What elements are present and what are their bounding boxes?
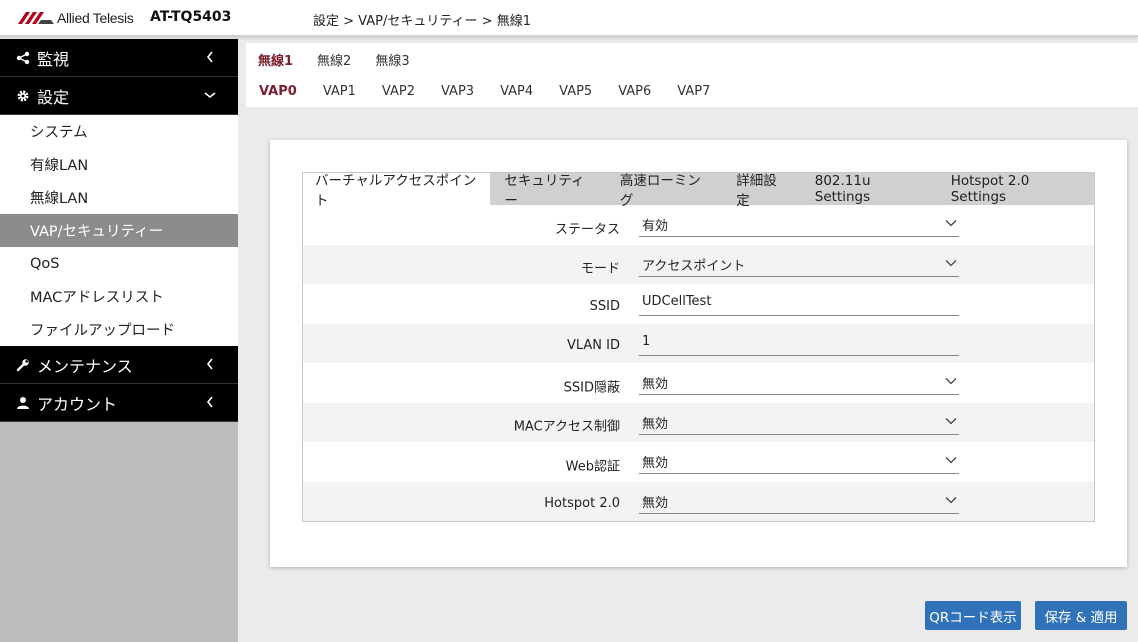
status-label: ステータス [554, 222, 620, 238]
ssid-value: UDCellTest [642, 294, 712, 309]
sidebar-item-mac-address-list[interactable]: MACアドレスリスト [0, 280, 238, 313]
vlan-id-value: 1 [642, 333, 651, 349]
sidebar-item-system[interactable]: システム [0, 115, 238, 148]
chevron-left-icon [204, 358, 216, 370]
tab-radio3[interactable]: 無線3 [363, 50, 421, 69]
vap-panel: バーチャルアクセスポイント セキュリティー 高速ローミング 詳細設定 802.1… [302, 172, 1095, 522]
sidebar-group-monitor[interactable]: 監視 [0, 39, 238, 77]
sidebar-group-label: メンテナンス [37, 356, 133, 376]
mode-select[interactable]: アクセスポイント [639, 249, 959, 277]
sidebar-item-vap-security[interactable]: VAP/セキュリティー [0, 214, 238, 247]
sidebar-group-label: 設定 [37, 87, 70, 107]
chevron-left-icon [204, 51, 216, 63]
logo-mark-icon [18, 12, 54, 24]
chevron-down-icon [945, 417, 957, 424]
chevron-left-icon [204, 396, 216, 408]
ssid-hidden-value: 無効 [642, 377, 669, 392]
form-row-mac-access: MACアクセス制御 無効 [303, 402, 1094, 442]
tab-vap3[interactable]: VAP3 [428, 84, 487, 99]
tab-hotspot20-settings[interactable]: Hotspot 2.0 Settings [937, 173, 1094, 205]
tab-vap5[interactable]: VAP5 [546, 84, 605, 99]
sidebar-item-wired-lan[interactable]: 有線LAN [0, 148, 238, 181]
chevron-down-icon [945, 259, 957, 266]
save-apply-button[interactable]: 保存 & 適用 [1035, 601, 1127, 630]
brand-name: Allied Telesis [57, 10, 134, 26]
vlan-id-label: VLAN ID [566, 338, 620, 353]
tab-vap4[interactable]: VAP4 [487, 84, 546, 99]
vlan-id-input[interactable]: 1 [639, 328, 959, 356]
tab-virtual-access-point[interactable]: バーチャルアクセスポイント [303, 173, 491, 209]
tab-vap2[interactable]: VAP2 [369, 84, 428, 99]
mode-label: モード [580, 261, 620, 277]
settings-submenu: システム 有線LAN 無線LAN VAP/セキュリティー QoS MACアドレス… [0, 115, 238, 346]
radio-tabs: 無線1 無線2 無線3 [246, 43, 422, 75]
tab-fast-roaming[interactable]: 高速ローミング [606, 173, 722, 209]
web-auth-value: 無効 [642, 456, 669, 471]
chevron-down-icon [945, 220, 957, 227]
tab-radio1[interactable]: 無線1 [246, 50, 305, 69]
tab-vap6[interactable]: VAP6 [605, 84, 664, 99]
vap-tabs: VAP0 VAP1 VAP2 VAP3 VAP4 VAP5 VAP6 VAP7 [246, 75, 723, 107]
form-row-vlan-id: VLAN ID 1 [303, 323, 1094, 363]
tab-vap7[interactable]: VAP7 [664, 84, 723, 99]
chevron-down-icon [945, 496, 957, 503]
tab-radio2[interactable]: 無線2 [305, 50, 363, 69]
tab-vap1[interactable]: VAP1 [310, 84, 369, 99]
sidebar-group-account[interactable]: アカウント [0, 384, 238, 422]
form-row-mode: モード アクセスポイント [303, 244, 1094, 284]
wrench-icon [15, 358, 31, 372]
vap-form: ステータス 有効 モード アクセスポイント SSID UDCellTest VL… [303, 205, 1094, 521]
hotspot-select[interactable]: 無効 [639, 486, 959, 514]
sidebar: 監視 設定 システム 有線LAN 無線LAN VAP/セキュリティー QoS M… [0, 39, 238, 642]
chevron-down-icon [204, 89, 216, 101]
sidebar-item-file-upload[interactable]: ファイルアップロード [0, 313, 238, 346]
user-icon [15, 396, 31, 410]
header-bar: Allied Telesis AT-TQ5403 設定 > VAP/セキュリティ… [0, 0, 1138, 37]
sidebar-group-label: 監視 [37, 49, 70, 69]
hotspot-label: Hotspot 2.0 [544, 496, 620, 511]
form-row-status: ステータス 有効 [303, 205, 1094, 245]
mac-access-label: MACアクセス制御 [513, 419, 620, 435]
sidebar-group-settings[interactable]: 設定 [0, 77, 238, 115]
mac-access-select[interactable]: 無効 [639, 407, 959, 435]
form-row-hotspot: Hotspot 2.0 無効 [303, 481, 1094, 521]
form-row-ssid: SSID UDCellTest [303, 284, 1094, 324]
ssid-input[interactable]: UDCellTest [639, 288, 959, 316]
ssid-hidden-select[interactable]: 無効 [639, 367, 959, 395]
status-select[interactable]: 有効 [639, 209, 959, 237]
tab-advanced[interactable]: 詳細設定 [722, 173, 800, 209]
share-icon [15, 51, 31, 65]
qr-code-button[interactable]: QRコード表示 [925, 601, 1021, 630]
tab-security[interactable]: セキュリティー [490, 173, 606, 209]
allied-telesis-logo: Allied Telesis [18, 10, 134, 26]
web-auth-label: Web認証 [565, 459, 620, 475]
tabs-area: 無線1 無線2 無線3 VAP0 VAP1 VAP2 VAP3 VAP4 VAP… [246, 43, 1138, 107]
mac-access-value: 無効 [642, 416, 669, 432]
tab-80211u-settings[interactable]: 802.11u Settings [801, 173, 937, 205]
tab-vap0[interactable]: VAP0 [246, 84, 310, 99]
form-row-ssid-hidden: SSID隠蔽 無効 [303, 363, 1094, 403]
form-row-web-auth: Web認証 無効 [303, 442, 1094, 482]
ssid-hidden-label: SSID隠蔽 [563, 380, 620, 396]
web-auth-select[interactable]: 無効 [639, 446, 959, 474]
status-value: 有効 [642, 219, 669, 234]
device-model: AT-TQ5403 [150, 9, 232, 25]
sub-tabs: バーチャルアクセスポイント セキュリティー 高速ローミング 詳細設定 802.1… [303, 173, 1094, 209]
sidebar-group-maintenance[interactable]: メンテナンス [0, 346, 238, 384]
ssid-label: SSID [589, 298, 620, 314]
gear-icon [15, 89, 31, 103]
sidebar-item-wireless-lan[interactable]: 無線LAN [0, 181, 238, 214]
sidebar-item-qos[interactable]: QoS [0, 247, 238, 280]
breadcrumb: 設定 > VAP/セキュリティー > 無線1 [313, 14, 531, 29]
mode-value: アクセスポイント [642, 258, 746, 274]
sidebar-group-label: アカウント [37, 394, 118, 414]
hotspot-value: 無効 [642, 495, 669, 511]
chevron-down-icon [945, 457, 957, 464]
chevron-down-icon [945, 378, 957, 385]
settings-card: バーチャルアクセスポイント セキュリティー 高速ローミング 詳細設定 802.1… [270, 140, 1127, 567]
